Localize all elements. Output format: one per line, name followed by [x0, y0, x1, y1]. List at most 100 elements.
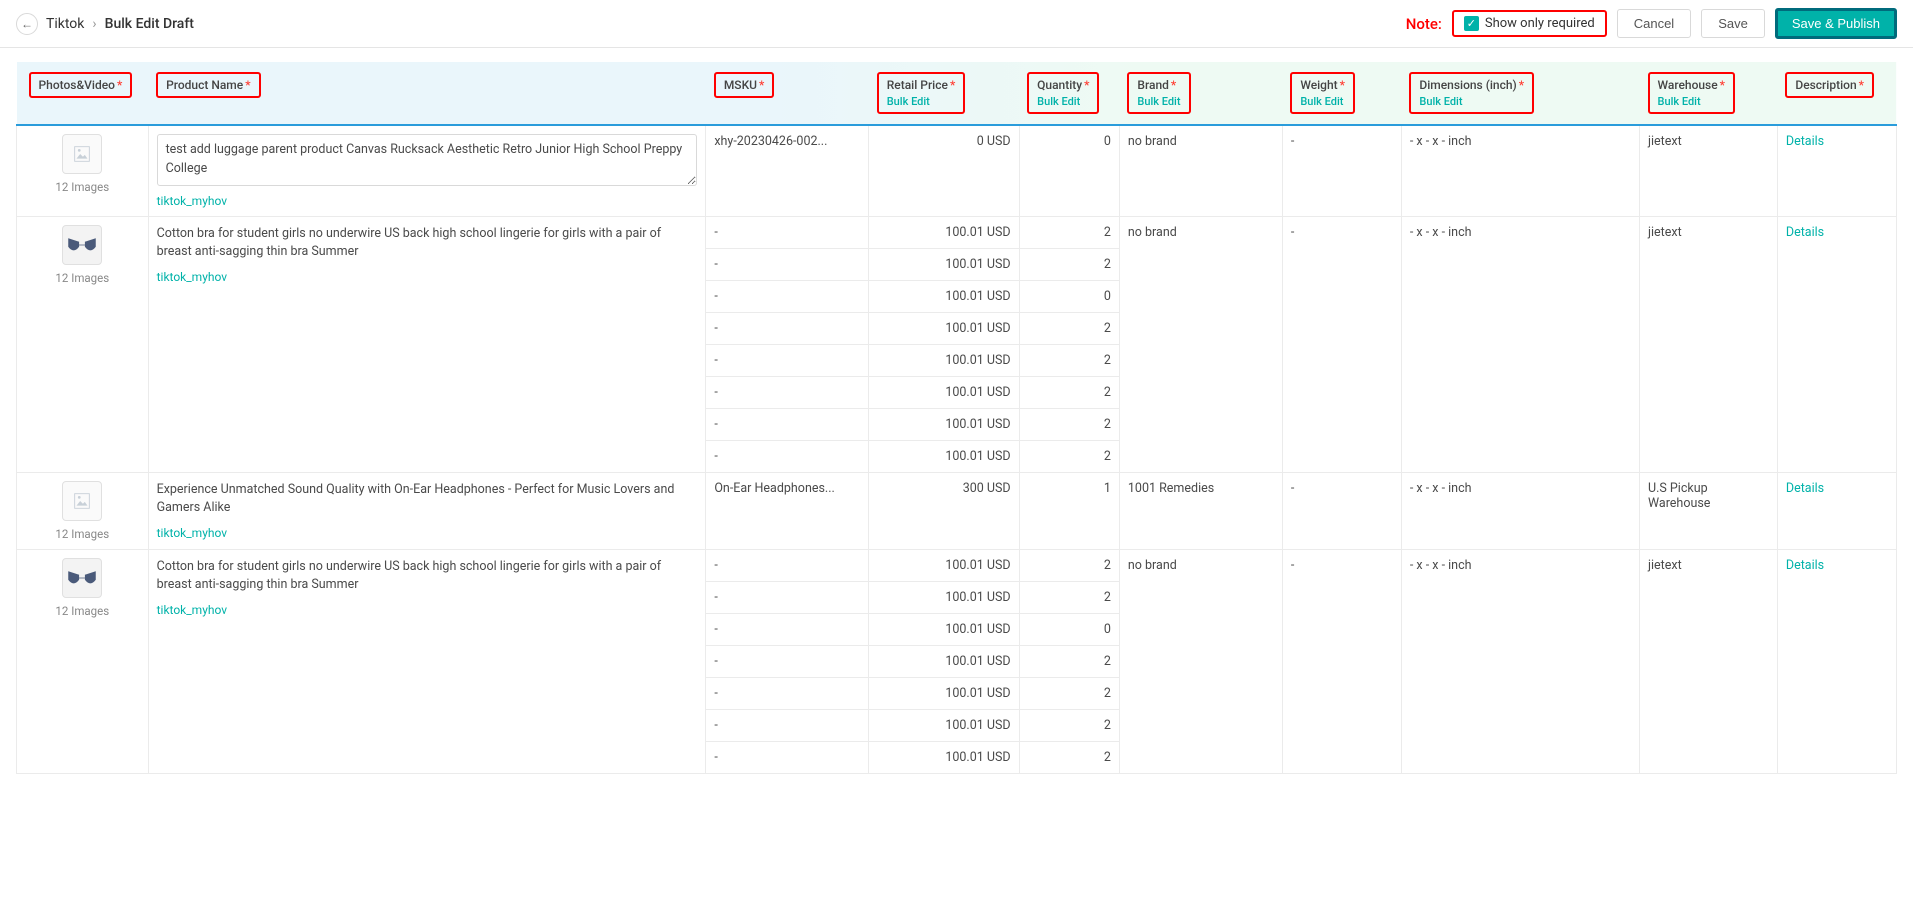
dimensions-cell[interactable]: - x - x - inch: [1401, 472, 1639, 549]
brand-cell[interactable]: no brand: [1119, 216, 1282, 472]
product-thumbnail[interactable]: [62, 134, 102, 174]
image-count: 12 Images: [25, 527, 140, 541]
table-row: 12 ImagesCotton bra for student girls no…: [17, 216, 1897, 248]
store-link[interactable]: tiktok_myhov: [157, 194, 698, 208]
price-cell[interactable]: 100.01 USD: [869, 408, 1019, 440]
bulk-edit-weight[interactable]: Bulk Edit: [1300, 95, 1345, 108]
bulk-edit-price[interactable]: Bulk Edit: [887, 95, 956, 108]
breadcrumb-parent[interactable]: Tiktok: [46, 16, 84, 32]
qty-cell[interactable]: 2: [1019, 216, 1119, 248]
price-cell[interactable]: 300 USD: [869, 472, 1019, 549]
msku-cell[interactable]: -: [706, 376, 869, 408]
dimensions-cell[interactable]: - x - x - inch: [1401, 125, 1639, 216]
qty-cell[interactable]: 2: [1019, 312, 1119, 344]
column-header-photos: Photos&Video*: [17, 62, 149, 125]
warehouse-cell[interactable]: U.S Pickup Warehouse: [1640, 472, 1778, 549]
price-cell[interactable]: 100.01 USD: [869, 344, 1019, 376]
bulk-edit-dim[interactable]: Bulk Edit: [1419, 95, 1524, 108]
product-thumbnail[interactable]: [62, 481, 102, 521]
msku-cell[interactable]: -: [706, 216, 869, 248]
brand-cell[interactable]: no brand: [1119, 125, 1282, 216]
price-cell[interactable]: 100.01 USD: [869, 645, 1019, 677]
brand-cell[interactable]: no brand: [1119, 549, 1282, 773]
bulk-edit-wh[interactable]: Bulk Edit: [1658, 95, 1725, 108]
dimensions-cell[interactable]: - x - x - inch: [1401, 216, 1639, 472]
qty-cell[interactable]: 0: [1019, 613, 1119, 645]
price-cell[interactable]: 100.01 USD: [869, 440, 1019, 472]
qty-cell[interactable]: 2: [1019, 344, 1119, 376]
table-row: 12 ImagesCotton bra for student girls no…: [17, 549, 1897, 581]
column-header-name: Product Name*: [148, 62, 706, 125]
back-button[interactable]: ←: [16, 13, 38, 35]
msku-cell[interactable]: -: [706, 312, 869, 344]
details-link[interactable]: Details: [1786, 558, 1824, 573]
qty-cell[interactable]: 1: [1019, 472, 1119, 549]
weight-cell[interactable]: -: [1282, 125, 1401, 216]
msku-cell[interactable]: -: [706, 613, 869, 645]
qty-cell[interactable]: 2: [1019, 645, 1119, 677]
msku-cell[interactable]: -: [706, 344, 869, 376]
price-cell[interactable]: 100.01 USD: [869, 216, 1019, 248]
details-link[interactable]: Details: [1786, 225, 1824, 240]
qty-cell[interactable]: 2: [1019, 248, 1119, 280]
weight-cell[interactable]: -: [1282, 216, 1401, 472]
price-cell[interactable]: 100.01 USD: [869, 312, 1019, 344]
msku-cell[interactable]: -: [706, 248, 869, 280]
price-cell[interactable]: 100.01 USD: [869, 280, 1019, 312]
checkbox-checked-icon[interactable]: ✓: [1464, 16, 1479, 31]
msku-cell[interactable]: -: [706, 280, 869, 312]
qty-cell[interactable]: 2: [1019, 677, 1119, 709]
warehouse-cell[interactable]: jietext: [1640, 549, 1778, 773]
qty-cell[interactable]: 2: [1019, 709, 1119, 741]
msku-cell[interactable]: -: [706, 408, 869, 440]
price-cell[interactable]: 100.01 USD: [869, 549, 1019, 581]
qty-cell[interactable]: 2: [1019, 376, 1119, 408]
msku-cell[interactable]: -: [706, 549, 869, 581]
store-link[interactable]: tiktok_myhov: [157, 603, 698, 617]
weight-cell[interactable]: -: [1282, 549, 1401, 773]
price-cell[interactable]: 100.01 USD: [869, 709, 1019, 741]
save-publish-button[interactable]: Save & Publish: [1775, 8, 1897, 39]
bulk-edit-qty[interactable]: Bulk Edit: [1037, 95, 1089, 108]
show-only-required-toggle[interactable]: ✓ Show only required: [1452, 10, 1607, 37]
store-link[interactable]: tiktok_myhov: [157, 526, 698, 540]
qty-cell[interactable]: 0: [1019, 125, 1119, 216]
msku-cell[interactable]: -: [706, 581, 869, 613]
msku-cell[interactable]: -: [706, 645, 869, 677]
price-cell[interactable]: 100.01 USD: [869, 581, 1019, 613]
msku-cell[interactable]: -: [706, 709, 869, 741]
store-link[interactable]: tiktok_myhov: [157, 270, 698, 284]
price-cell[interactable]: 0 USD: [869, 125, 1019, 216]
product-thumbnail[interactable]: [62, 558, 102, 598]
details-link[interactable]: Details: [1786, 134, 1824, 149]
msku-cell[interactable]: -: [706, 677, 869, 709]
warehouse-cell[interactable]: jietext: [1640, 125, 1778, 216]
price-cell[interactable]: 100.01 USD: [869, 677, 1019, 709]
msku-cell[interactable]: On-Ear Headphones...: [706, 472, 869, 549]
price-cell[interactable]: 100.01 USD: [869, 376, 1019, 408]
cancel-button[interactable]: Cancel: [1617, 9, 1691, 38]
weight-cell[interactable]: -: [1282, 472, 1401, 549]
product-name-input[interactable]: test add luggage parent product Canvas R…: [157, 134, 698, 186]
qty-cell[interactable]: 2: [1019, 440, 1119, 472]
qty-cell[interactable]: 2: [1019, 741, 1119, 773]
msku-cell[interactable]: -: [706, 741, 869, 773]
dimensions-cell[interactable]: - x - x - inch: [1401, 549, 1639, 773]
save-button[interactable]: Save: [1701, 9, 1765, 38]
qty-cell[interactable]: 2: [1019, 408, 1119, 440]
brand-cell[interactable]: 1001 Remedies: [1119, 472, 1282, 549]
details-link[interactable]: Details: [1786, 481, 1824, 496]
qty-cell[interactable]: 0: [1019, 280, 1119, 312]
warehouse-cell[interactable]: jietext: [1640, 216, 1778, 472]
qty-cell[interactable]: 2: [1019, 581, 1119, 613]
msku-cell[interactable]: -: [706, 440, 869, 472]
column-header-wh: Warehouse*Bulk Edit: [1640, 62, 1778, 125]
product-thumbnail[interactable]: [62, 225, 102, 265]
show-only-required-label: Show only required: [1485, 16, 1595, 31]
msku-cell[interactable]: xhy-20230426-002...: [706, 125, 869, 216]
qty-cell[interactable]: 2: [1019, 549, 1119, 581]
price-cell[interactable]: 100.01 USD: [869, 248, 1019, 280]
price-cell[interactable]: 100.01 USD: [869, 613, 1019, 645]
bulk-edit-brand[interactable]: Bulk Edit: [1137, 95, 1180, 108]
price-cell[interactable]: 100.01 USD: [869, 741, 1019, 773]
